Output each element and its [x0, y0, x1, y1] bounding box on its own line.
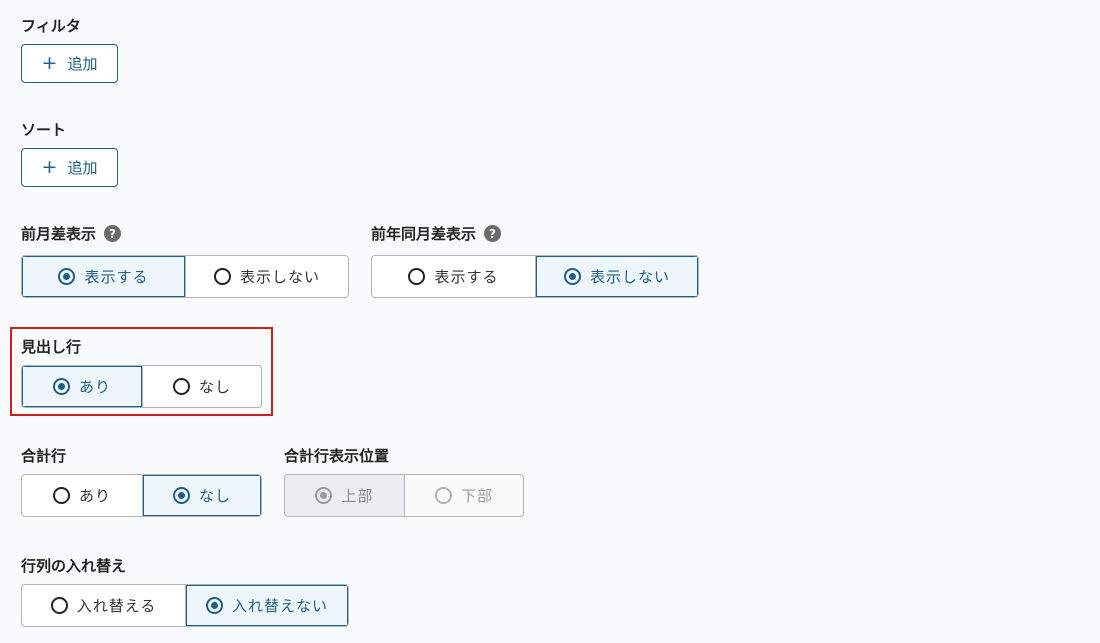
option-label: あり — [78, 487, 111, 505]
prev-year-diff-label: 前年同月差表示 ? — [371, 223, 502, 244]
transpose-label: 行列の入れ替え — [21, 555, 126, 576]
transpose-option-swap[interactable]: 入れ替える — [22, 585, 185, 626]
radio-unchecked-icon — [213, 268, 231, 285]
add-filter-button-label: 追加 — [67, 55, 98, 73]
option-label: なし — [198, 487, 231, 505]
radio-unchecked-icon — [434, 487, 452, 504]
prev-year-diff-label-text: 前年同月差表示 — [371, 225, 477, 243]
prev-year-diff-option-hide[interactable]: 表示しない — [535, 256, 698, 297]
header-row-option-yes[interactable]: あり — [22, 366, 142, 407]
add-sort-button[interactable]: + 追加 — [21, 148, 118, 187]
total-row-position-toggle: 上部 下部 — [284, 474, 524, 517]
transpose-toggle: 入れ替える 入れ替えない — [21, 584, 349, 627]
sort-label-text: ソート — [21, 121, 67, 139]
prev-month-diff-option-show[interactable]: 表示する — [22, 256, 185, 297]
prev-month-diff-toggle: 表示する 表示しない — [21, 255, 349, 298]
radio-unchecked-icon — [52, 487, 70, 504]
header-row-label-text: 見出し行 — [21, 338, 82, 356]
total-row-position-option-bottom: 下部 — [404, 475, 523, 516]
option-label: あり — [78, 378, 111, 396]
question-icon[interactable]: ? — [104, 225, 122, 242]
option-label: 下部 — [460, 487, 493, 505]
radio-unchecked-icon — [172, 378, 190, 395]
plus-icon: + — [41, 52, 58, 74]
transpose-option-no-swap[interactable]: 入れ替えない — [185, 585, 348, 626]
total-row-option-no[interactable]: なし — [142, 475, 261, 516]
header-row-label: 見出し行 — [21, 336, 81, 357]
total-row-option-yes[interactable]: あり — [22, 475, 142, 516]
total-row-label: 合計行 — [21, 445, 66, 466]
plus-icon: + — [41, 156, 58, 178]
transpose-label-text: 行列の入れ替え — [21, 557, 127, 575]
prev-year-diff-toggle: 表示する 表示しない — [371, 255, 699, 298]
filter-label: フィルタ — [21, 15, 81, 36]
option-label: 表示しない — [589, 268, 670, 286]
radio-unchecked-icon — [50, 597, 68, 614]
radio-checked-icon — [205, 597, 223, 614]
option-label: 入れ替える — [76, 597, 157, 615]
option-label: 上部 — [341, 487, 374, 505]
prev-month-diff-label-text: 前月差表示 — [21, 225, 97, 243]
radio-unchecked-icon — [408, 268, 426, 285]
header-row-toggle: あり なし — [21, 365, 262, 408]
total-row-toggle: あり なし — [21, 474, 262, 517]
prev-year-diff-option-show[interactable]: 表示する — [372, 256, 535, 297]
header-row-option-no[interactable]: なし — [142, 366, 261, 407]
total-row-position-option-top: 上部 — [285, 475, 404, 516]
radio-checked-icon — [58, 268, 76, 285]
radio-checked-icon — [563, 268, 581, 285]
add-filter-button[interactable]: + 追加 — [21, 44, 118, 83]
filter-label-text: フィルタ — [21, 17, 81, 35]
option-label: 表示する — [84, 268, 149, 286]
prev-month-diff-label: 前月差表示 ? — [21, 223, 122, 244]
total-row-label-text: 合計行 — [21, 447, 67, 465]
add-sort-button-label: 追加 — [67, 159, 98, 177]
option-label: 表示しない — [239, 268, 320, 286]
question-icon[interactable]: ? — [484, 225, 502, 242]
prev-month-diff-option-hide[interactable]: 表示しない — [185, 256, 348, 297]
option-label: 表示する — [434, 268, 499, 286]
option-label: なし — [198, 378, 231, 396]
radio-checked-icon — [315, 487, 333, 504]
total-row-position-label: 合計行表示位置 — [284, 445, 389, 466]
radio-checked-icon — [172, 487, 190, 504]
radio-checked-icon — [52, 378, 70, 395]
total-row-position-label-text: 合計行表示位置 — [284, 447, 390, 465]
sort-label: ソート — [21, 119, 66, 140]
option-label: 入れ替えない — [231, 597, 328, 615]
